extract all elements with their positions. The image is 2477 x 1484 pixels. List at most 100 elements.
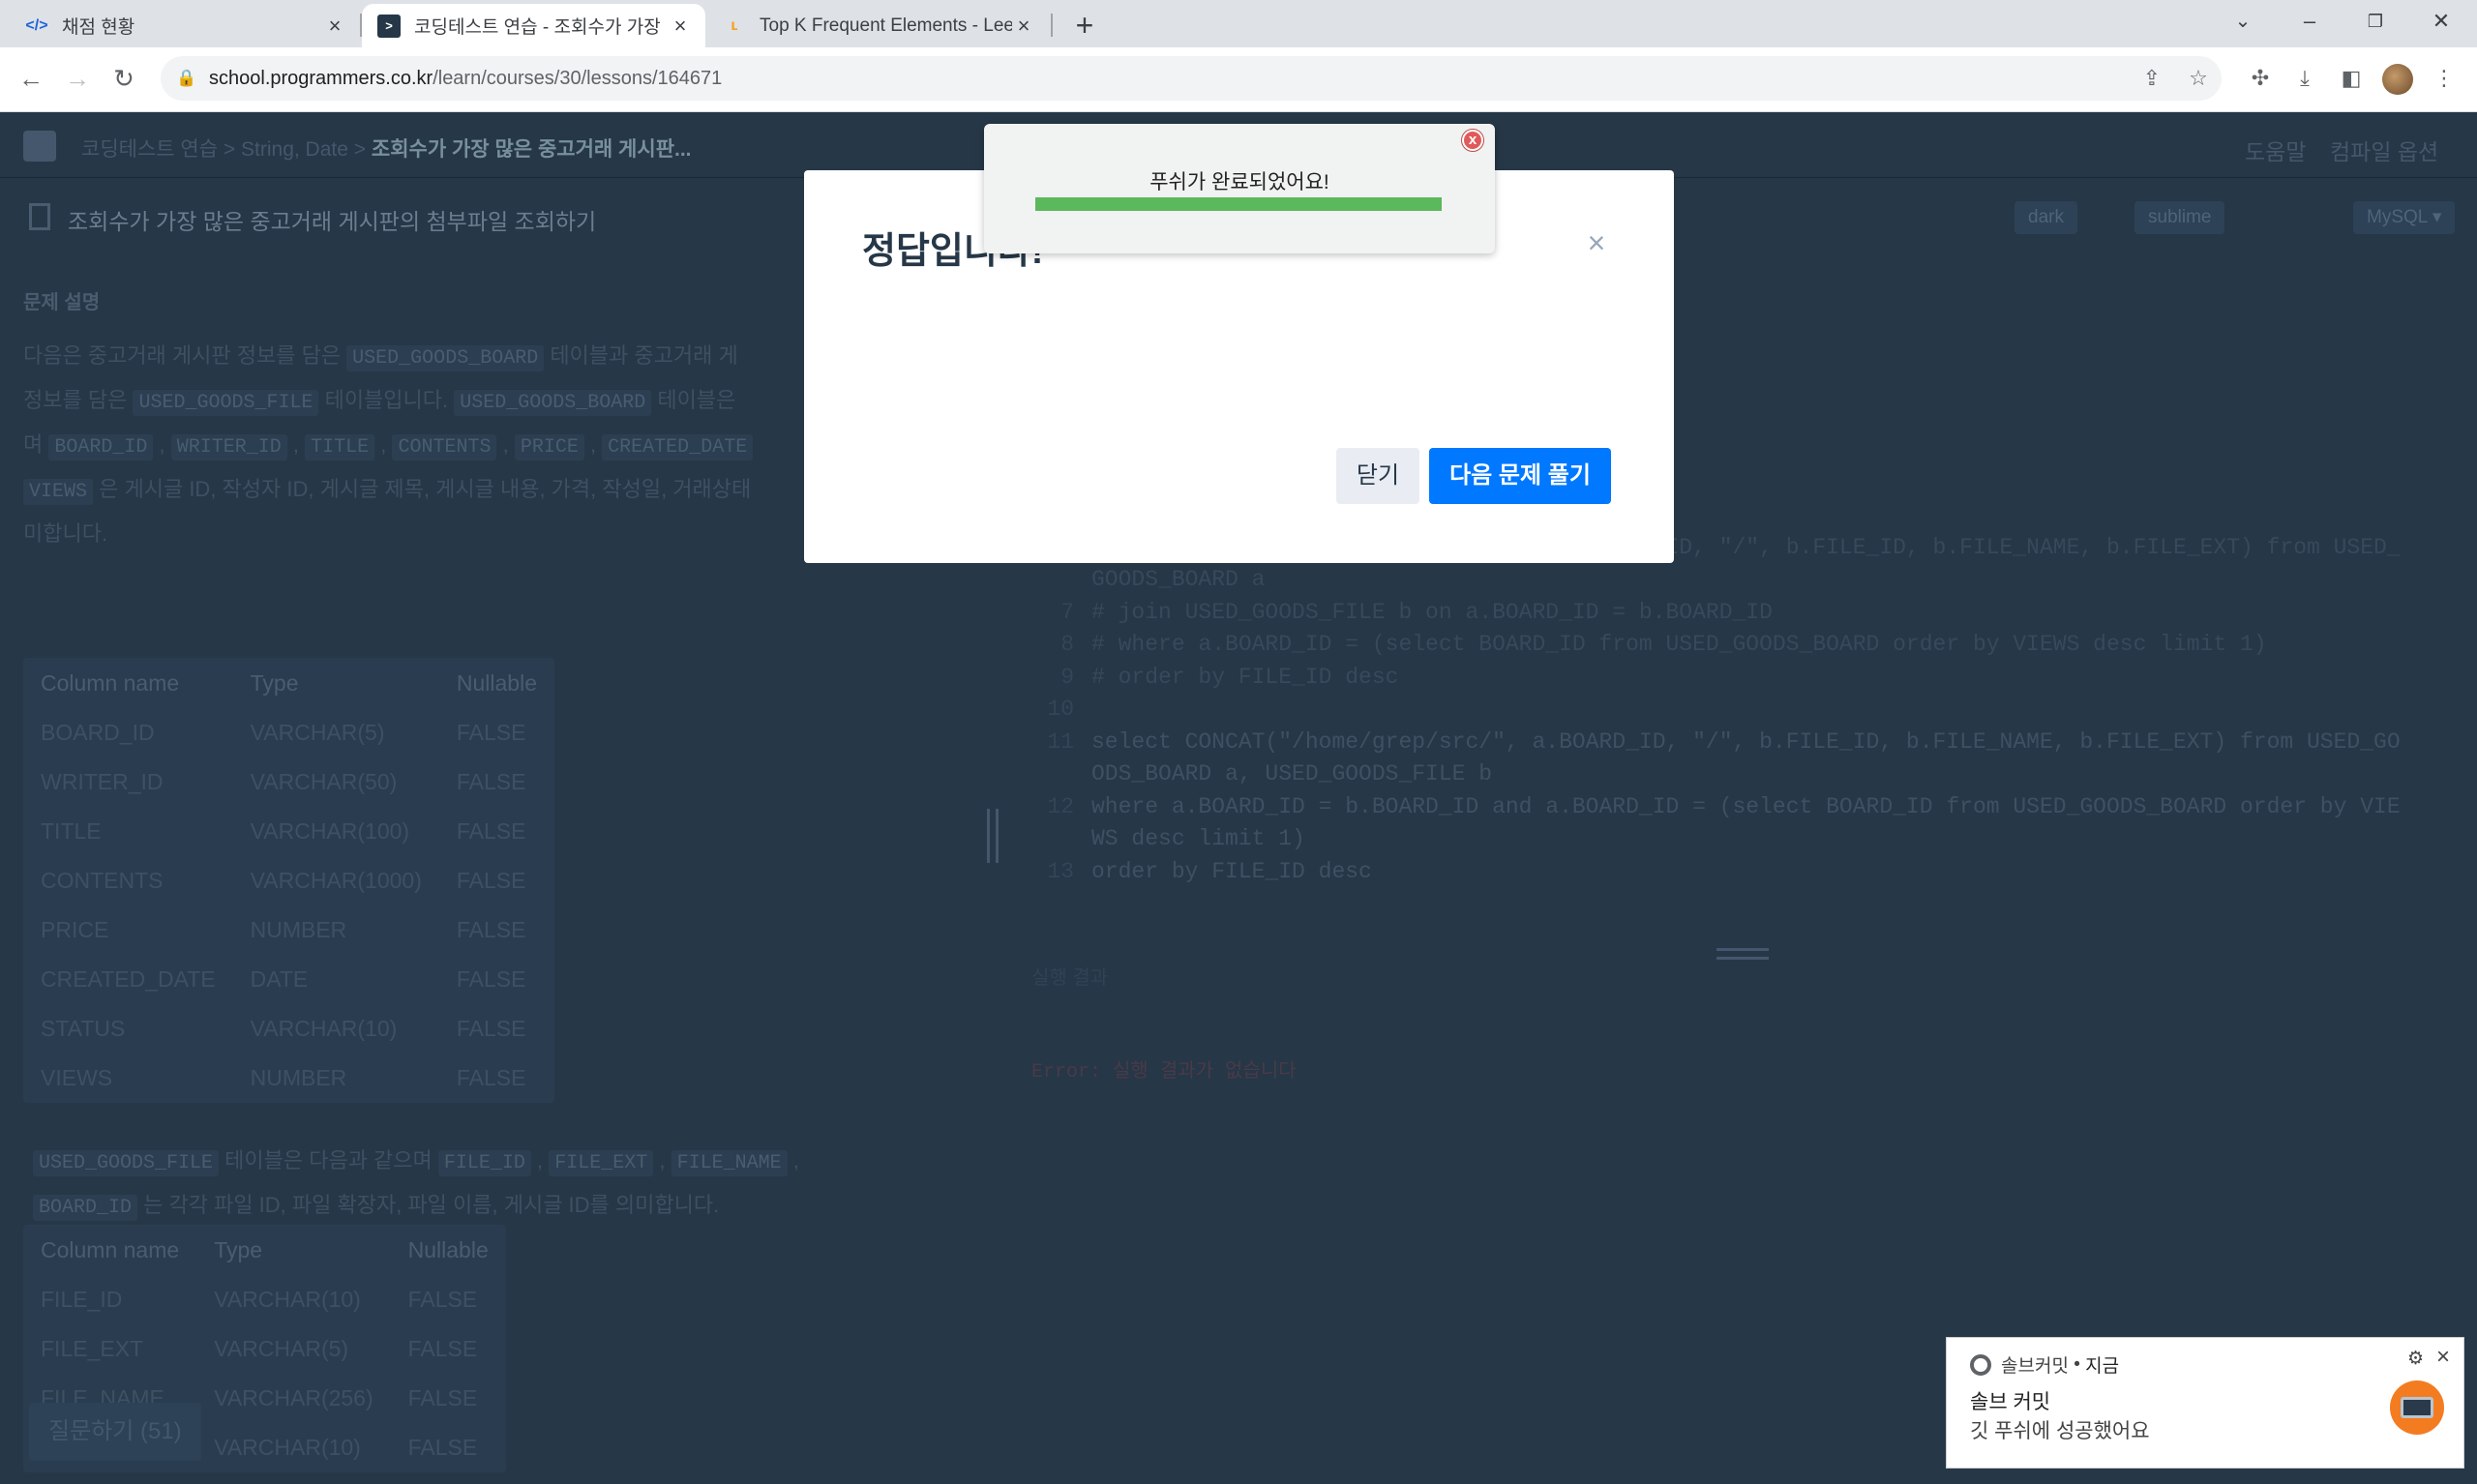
table-cell: FALSE <box>456 868 526 893</box>
url-text: school.programmers.co.kr/learn/courses/3… <box>209 68 2129 90</box>
table-cell: FALSE <box>456 1065 526 1090</box>
breadcrumb-item[interactable]: 코딩테스트 연습 <box>81 138 218 161</box>
close-button[interactable]: 닫기 <box>1336 448 1419 504</box>
table-cell: VARCHAR(100) <box>250 818 410 844</box>
restore-button[interactable]: ❐ <box>2345 0 2405 43</box>
system-notification[interactable]: 솔브커밋 • 지금 ⚙ × 솔브 커밋 깃 푸쉬에 성공했어요 <box>1946 1337 2464 1469</box>
lesson-title: 조회수가 가장 많은 중고거래 게시판의 첨부파일 조회하기 <box>68 209 597 234</box>
inline-code: PRICE <box>514 434 584 460</box>
line-number: 10 <box>1047 697 1074 722</box>
language-value: MySQL <box>2367 207 2428 227</box>
window-close-button[interactable]: ✕ <box>2411 0 2471 43</box>
table-cell: VARCHAR(5) <box>214 1336 349 1361</box>
code-line: 9 # order by FILE_ID desc <box>1026 662 2477 695</box>
code-text: WS desc limit 1) <box>1091 826 1305 851</box>
toast-close-icon[interactable]: x <box>1462 130 1483 151</box>
share-icon[interactable]: ⇪ <box>2129 66 2175 91</box>
table-cell: CREATED_DATE <box>41 966 216 992</box>
code-text: # order by FILE_ID desc <box>1091 664 1399 690</box>
description-text: , <box>653 1148 671 1172</box>
url-host: school.programmers.co.kr <box>209 67 433 89</box>
keymap-sublime-option[interactable]: sublime <box>2134 201 2225 234</box>
tab-leetcode[interactable]: ʟ Top K Frequent Elements - LeetC × <box>705 4 1049 47</box>
board-table: Column name Type Nullable BOARD_ID VARCHAR(5… <box>23 658 554 1103</box>
table-cell: BOARD_ID <box>41 720 155 745</box>
push-complete-toast: x 푸쉬가 완료되었어요! <box>984 124 1495 253</box>
bookmark-icon[interactable] <box>29 203 50 230</box>
column-header: Column name <box>41 1236 180 1262</box>
inline-code: CONTENTS <box>392 434 497 460</box>
back-arrow-icon[interactable]: ← <box>14 61 48 96</box>
code-text: where a.BOARD_ID = b.BOARD_ID and a.BOAR… <box>1091 793 2401 819</box>
vertical-split-handle[interactable] <box>987 809 999 863</box>
table-cell: FILE_EXT <box>41 1336 144 1361</box>
code-line: 7 # join USED_GOODS_FILE b on a.BOARD_ID … <box>1026 597 2477 630</box>
gear-icon[interactable]: ⚙ <box>2407 1348 2424 1370</box>
table-cell: NUMBER <box>250 917 347 942</box>
ask-question-button[interactable]: 질문하기 (51) <box>29 1403 201 1461</box>
close-tab-icon[interactable]: × <box>669 14 692 39</box>
description-line: BOARD_ID 는 각각 파일 ID, 파일 확장자, 파일 이름, 게시글 … <box>33 1184 981 1229</box>
language-select[interactable]: MySQL ▾ <box>2353 201 2456 234</box>
table-row: TITLE VARCHAR(100) FALSE <box>23 807 554 856</box>
inline-code: BOARD_ID <box>33 1195 138 1221</box>
new-tab-button[interactable]: + <box>1070 6 1099 45</box>
description-text: , <box>153 432 171 457</box>
description-text: 은 게시글 ID, 작성자 ID, 게시글 제목, 게시글 내용, 가격, 작성… <box>93 477 752 501</box>
download-icon[interactable]: ⤓ <box>2287 61 2322 96</box>
tab-coding-test[interactable]: > 코딩테스트 연습 - 조회수가 가장 × <box>362 4 705 47</box>
close-tab-icon[interactable]: × <box>323 14 346 39</box>
description-text: 테이블은 다음과 같으며 <box>219 1148 438 1172</box>
table-cell: FALSE <box>407 1385 478 1410</box>
description-text: , <box>583 432 603 457</box>
code-line: 13 order by FILE_ID desc <box>1026 856 2477 889</box>
table-row: VIEWS NUMBER FALSE <box>23 1054 554 1103</box>
horizontal-split-handle[interactable] <box>1716 948 1769 960</box>
bookmark-star-icon[interactable]: ☆ <box>2175 66 2222 91</box>
close-tab-icon[interactable]: × <box>1012 14 1035 39</box>
inline-code: CREATED_DATE <box>602 434 754 460</box>
minimize-button[interactable]: – <box>2280 0 2340 43</box>
tab-title: 채점 현황 <box>62 17 135 38</box>
push-progress-track <box>1035 197 1442 211</box>
inline-code: USED_GOODS_FILE <box>133 390 319 416</box>
forward-arrow-icon[interactable]: → <box>60 61 95 96</box>
table-row: WRITER_ID VARCHAR(50) FALSE <box>23 757 554 807</box>
inline-code: USED_GOODS_BOARD <box>454 390 652 416</box>
code-brackets-icon: </> <box>25 16 48 34</box>
close-icon[interactable]: × <box>2436 1344 2450 1371</box>
breadcrumb-item[interactable]: String, Date <box>241 138 348 161</box>
profile-avatar[interactable] <box>2382 64 2413 95</box>
compile-options-link[interactable]: 컴파일 옵션 <box>2330 134 2438 166</box>
table-header-row: Column name Type Nullable <box>23 658 554 708</box>
modal-close-icon[interactable]: × <box>1582 227 1611 258</box>
notification-source: 솔브커밋 <box>2001 1356 2069 1377</box>
theme-dark-option[interactable]: dark <box>2014 201 2077 234</box>
code-line: ODS_BOARD a, USED_GOODS_FILE b <box>1026 758 2477 791</box>
extensions-puzzle-icon[interactable]: ✣ <box>2243 61 2278 96</box>
inline-code: FILE_NAME <box>671 1150 788 1176</box>
code-text: # where a.BOARD_ID = (select BOARD_ID fr… <box>1091 632 2267 657</box>
programmers-logo[interactable] <box>23 131 56 162</box>
code-line: 10 <box>1026 694 2477 727</box>
address-bar[interactable]: 🔒 school.programmers.co.kr/learn/courses… <box>161 56 2222 101</box>
url-path: /learn/courses/30/lessons/164671 <box>433 67 723 89</box>
tab-search-chevron-icon[interactable]: ⌄ <box>2213 0 2273 43</box>
inline-code: USED_GOODS_FILE <box>33 1150 220 1176</box>
browser-tabbar: </> 채점 현황 × > 코딩테스트 연습 - 조회수가 가장 × ʟ Top… <box>0 0 2477 47</box>
next-problem-button[interactable]: 다음 문제 풀기 <box>1429 448 1611 504</box>
help-link[interactable]: 도움말 <box>2245 134 2306 166</box>
breadcrumb-chevron-icon: > <box>223 138 242 161</box>
tab-grading-status[interactable]: </> 채점 현황 × <box>0 4 360 47</box>
table-cell: VARCHAR(256) <box>214 1385 373 1410</box>
side-panel-icon[interactable]: ◧ <box>2334 61 2369 96</box>
reload-icon[interactable]: ↻ <box>106 61 141 96</box>
menu-kebab-icon[interactable]: ⋮ <box>2427 61 2462 96</box>
code-text: select CONCAT("/home/grep/src/", a.BOARD… <box>1091 728 2401 755</box>
breadcrumb-chevron-icon: > <box>353 138 372 161</box>
description-text: , <box>286 432 306 457</box>
breadcrumb: 코딩테스트 연습 > String, Date > 조회수가 가장 많은 중고거… <box>81 134 692 163</box>
inline-code: USED_GOODS_BOARD <box>346 345 545 371</box>
table-cell: FALSE <box>456 818 526 844</box>
description-text: 테이블은 <box>651 388 736 412</box>
